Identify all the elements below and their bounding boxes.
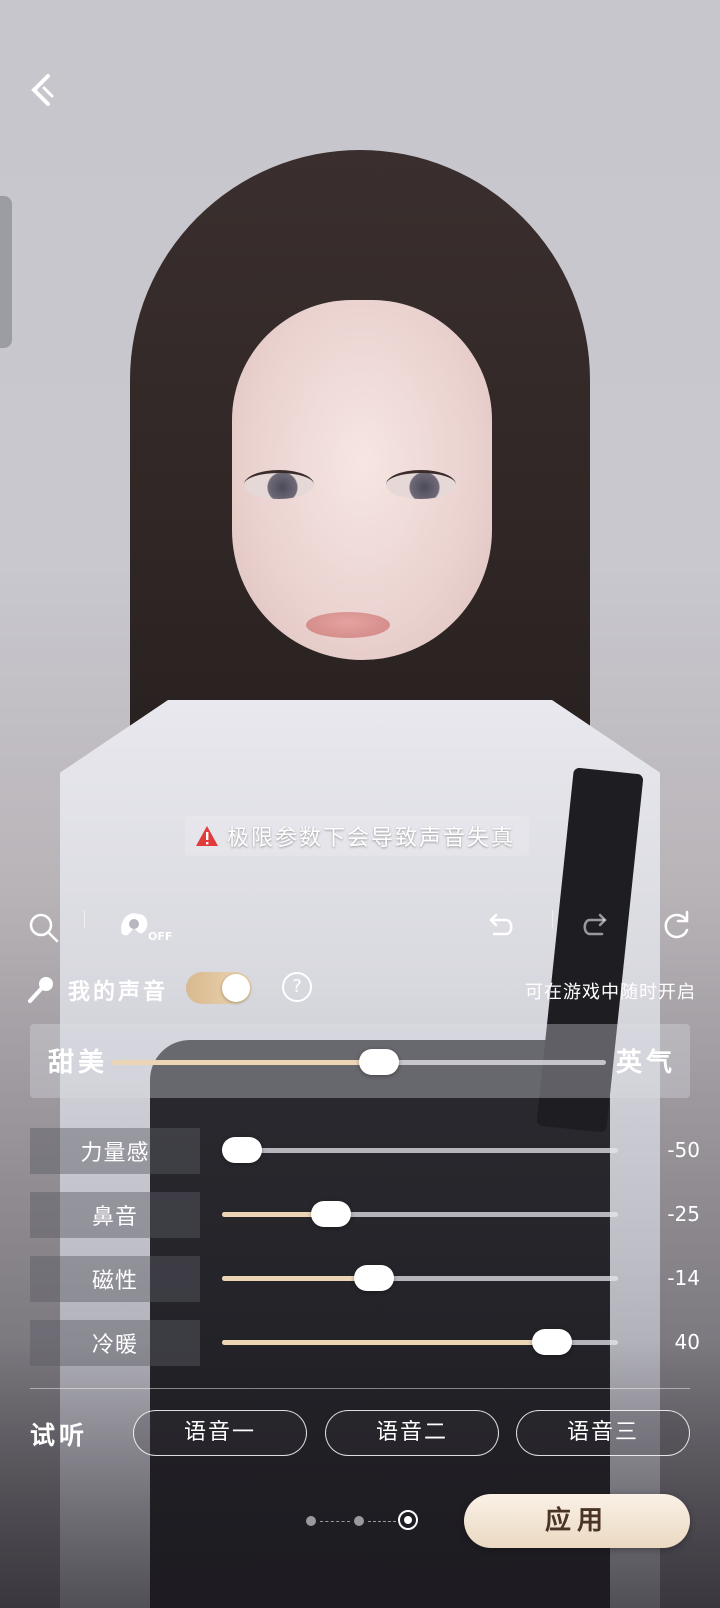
toolbar-divider bbox=[552, 910, 553, 928]
microphone-icon bbox=[28, 977, 53, 1003]
undo-icon bbox=[489, 913, 513, 936]
param-value: -25 bbox=[667, 1202, 700, 1226]
param-slider-thumb[interactable] bbox=[531, 1329, 572, 1355]
param-slider[interactable] bbox=[222, 1329, 618, 1355]
my-voice-toggle[interactable] bbox=[186, 972, 252, 1004]
param-slider-fill bbox=[222, 1276, 369, 1281]
param-label: 鼻音 bbox=[30, 1192, 200, 1238]
param-label: 磁性 bbox=[30, 1256, 200, 1302]
style-left-label: 甜美 bbox=[48, 1048, 109, 1078]
style-slider-thumb[interactable] bbox=[358, 1049, 399, 1075]
reset-button[interactable] bbox=[656, 906, 696, 946]
page-dot-connector bbox=[368, 1521, 396, 1523]
help-button[interactable]: ? bbox=[282, 972, 312, 1002]
param-slider-thumb[interactable] bbox=[222, 1137, 262, 1163]
style-slider-panel: 甜美 英气 bbox=[30, 1024, 690, 1098]
section-divider bbox=[30, 1388, 690, 1389]
voice-sample-2-button[interactable]: 语音二 bbox=[325, 1410, 499, 1456]
page-dot-connector bbox=[320, 1521, 350, 1523]
redo-icon bbox=[583, 913, 607, 936]
apply-button[interactable]: 应用 bbox=[464, 1494, 690, 1548]
param-label: 力量感 bbox=[30, 1128, 200, 1174]
chevron-left-icon bbox=[31, 74, 54, 106]
search-icon bbox=[29, 913, 59, 943]
toolbar-divider bbox=[84, 910, 85, 928]
param-value: -14 bbox=[667, 1266, 700, 1290]
param-slider[interactable] bbox=[222, 1201, 618, 1227]
back-button[interactable] bbox=[22, 70, 62, 110]
refresh-icon bbox=[664, 910, 689, 939]
voice-sample-1-button[interactable]: 语音一 bbox=[133, 1410, 307, 1456]
bottom-shade bbox=[0, 1340, 720, 1608]
param-slider-thumb[interactable] bbox=[311, 1201, 351, 1227]
param-value: -50 bbox=[667, 1138, 700, 1162]
outfit-toggle-state: OFF bbox=[148, 930, 173, 943]
my-voice-label: 我的声音 bbox=[68, 980, 169, 1005]
warning-text: 极限参数下会导致声音失真 bbox=[227, 826, 516, 851]
voice-sample-3-button[interactable]: 语音三 bbox=[516, 1410, 690, 1456]
toggle-knob bbox=[222, 974, 250, 1002]
param-slider[interactable] bbox=[222, 1137, 618, 1163]
page-dot-2[interactable] bbox=[354, 1516, 364, 1526]
param-label: 冷暖 bbox=[30, 1320, 200, 1366]
param-row: 冷暖 40 bbox=[30, 1320, 700, 1366]
param-row: 力量感 -50 bbox=[30, 1128, 700, 1174]
warning-icon bbox=[196, 826, 218, 846]
character-right-eye bbox=[386, 470, 456, 499]
param-slider-fill bbox=[222, 1340, 567, 1345]
redo-button[interactable] bbox=[576, 906, 616, 946]
style-slider-fill bbox=[112, 1060, 379, 1065]
param-slider-fill bbox=[222, 1212, 321, 1217]
character-left-eye bbox=[244, 470, 314, 499]
style-right-label: 英气 bbox=[615, 1048, 676, 1078]
distortion-warning: 极限参数下会导致声音失真 bbox=[185, 816, 530, 856]
page-indicator bbox=[300, 1508, 430, 1534]
search-button[interactable] bbox=[24, 908, 64, 948]
side-drawer-handle[interactable] bbox=[0, 196, 12, 348]
param-slider[interactable] bbox=[222, 1265, 618, 1291]
param-row: 磁性 -14 bbox=[30, 1256, 700, 1302]
param-slider-thumb[interactable] bbox=[353, 1265, 394, 1291]
audition-label: 试听 bbox=[30, 1421, 89, 1450]
page-dot-3-active[interactable] bbox=[398, 1510, 418, 1530]
param-row: 鼻音 -25 bbox=[30, 1192, 700, 1238]
my-voice-row: 我的声音 ? 可在游戏中随时开启 bbox=[26, 968, 698, 1012]
undo-button[interactable] bbox=[480, 906, 520, 946]
page-dot-1[interactable] bbox=[306, 1516, 316, 1526]
style-slider[interactable] bbox=[112, 1049, 606, 1075]
character-lips bbox=[306, 612, 390, 638]
param-value: 40 bbox=[674, 1330, 700, 1354]
voice-hint: 可在游戏中随时开启 bbox=[525, 982, 696, 1003]
